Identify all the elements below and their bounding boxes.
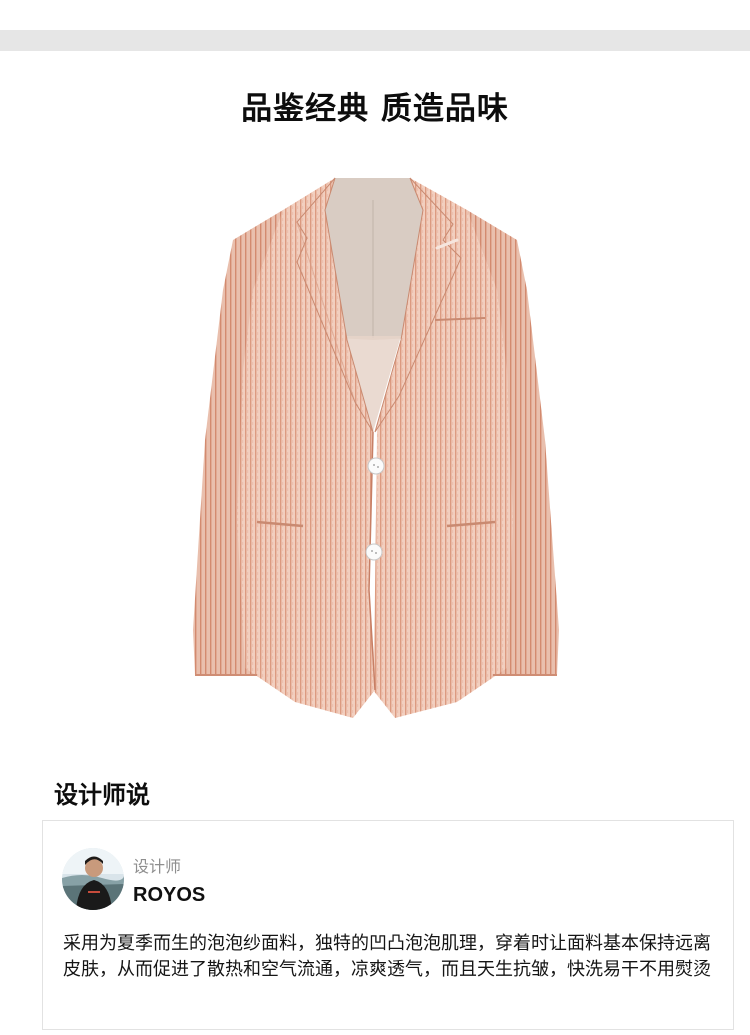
- top-divider-band: [0, 30, 750, 51]
- jacket-illustration: [193, 177, 559, 718]
- designer-name: ROYOS: [133, 884, 206, 906]
- jacket-button-bottom: [365, 543, 383, 561]
- designer-role-label: 设计师: [133, 857, 182, 876]
- designer-card: 设计师 ROYOS 采用为夏季而生的泡泡纱面料，独特的凹凸泡泡肌理，穿着时让面料…: [42, 820, 734, 1030]
- jacket-button-top: [367, 457, 385, 475]
- page-headline: 品鉴经典 质造品味: [241, 91, 509, 127]
- designer-section-title: 设计师说: [54, 781, 150, 809]
- designer-quote: 采用为夏季而生的泡泡纱面料，独特的凹凸泡泡肌理，穿着时让面料基本保持远离皮肤，从…: [63, 933, 711, 980]
- product-image[interactable]: [185, 170, 565, 730]
- designer-avatar-icon: [62, 848, 124, 910]
- top-spacer: [0, 0, 750, 30]
